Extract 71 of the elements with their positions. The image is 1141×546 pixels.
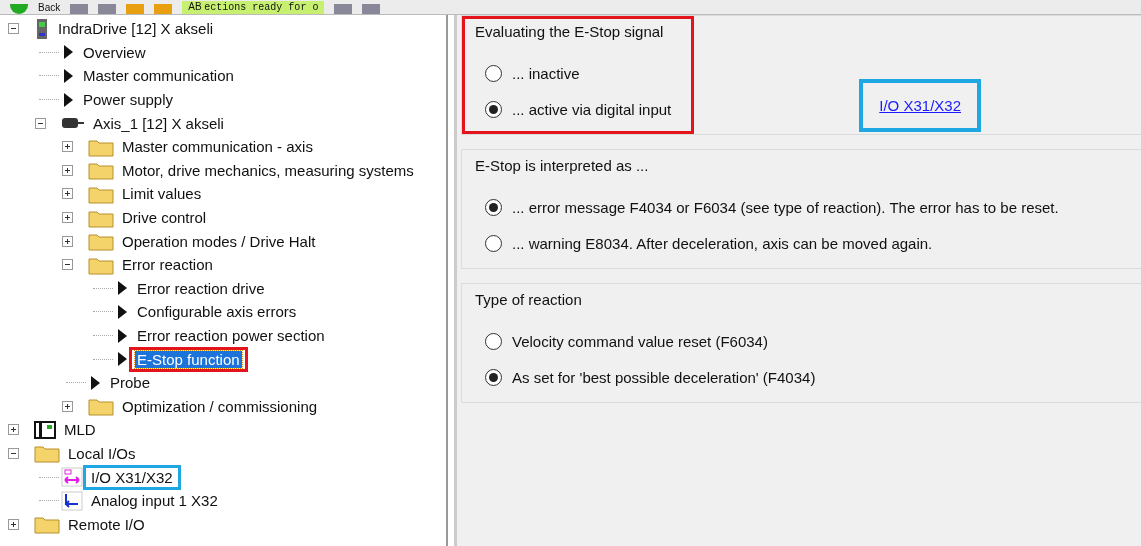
tree-item[interactable]: Motor, drive mechanics, measuring systems	[120, 161, 416, 179]
tree-item[interactable]: Analog input 1 X32	[89, 492, 220, 510]
folder-icon	[88, 396, 114, 417]
arrow-icon	[88, 373, 102, 392]
expander-icon[interactable]	[62, 164, 73, 176]
back-label: Back	[38, 2, 61, 14]
folder-icon	[34, 443, 60, 464]
radio-button[interactable]	[485, 234, 502, 252]
tree-item[interactable]: Master communication - axis	[120, 138, 315, 156]
back-icon[interactable]	[10, 4, 28, 14]
tree-item[interactable]: Limit values	[120, 185, 204, 203]
tree-item[interactable]: Axis_1 [12] X akseli	[91, 114, 226, 132]
tree-item[interactable]: Remote I/O	[66, 515, 147, 533]
expander-icon[interactable]	[62, 212, 73, 224]
radio-button[interactable]	[485, 368, 502, 386]
radio-button[interactable]	[485, 332, 502, 350]
option-label[interactable]: As set for 'best possible deceleration' (F4034)	[512, 368, 816, 386]
arrow-icon	[115, 279, 129, 298]
tree-item[interactable]: Error reaction	[120, 256, 215, 274]
folder-icon	[88, 160, 114, 181]
tree-item[interactable]: Overview	[81, 43, 148, 61]
expander-icon[interactable]	[8, 518, 19, 530]
arrow-icon	[61, 43, 75, 62]
tree-item[interactable]: Drive control	[120, 209, 209, 227]
tree-item[interactable]: Power supply	[81, 91, 176, 109]
arrow-icon	[61, 67, 75, 85]
drive-icon	[34, 17, 50, 40]
tree-item[interactable]: Operation modes / Drive Halt	[120, 232, 318, 250]
group-title: Type of reaction	[475, 291, 583, 310]
tree-item[interactable]: Error reaction power section	[135, 327, 327, 344]
option-label[interactable]: ... error message F4034 or F6034 (see type of reaction). The error has to be reset.	[512, 198, 1059, 216]
expander-icon[interactable]	[62, 235, 73, 247]
input-icon	[61, 490, 83, 511]
tree-item[interactable]: MLD	[62, 421, 98, 439]
expander-icon[interactable]	[35, 117, 46, 129]
radio-button[interactable]	[485, 198, 502, 216]
group-title: E-Stop is interpreted as ...	[475, 157, 650, 176]
arrow-icon	[115, 350, 129, 369]
arrow-icon	[115, 326, 129, 345]
motor-icon	[61, 116, 85, 131]
tree-item[interactable]: Master communication	[81, 67, 236, 85]
io-link[interactable]: I/O X31/X32	[879, 97, 961, 114]
radio-button[interactable]	[485, 100, 502, 118]
option-label[interactable]: ... inactive	[512, 64, 580, 82]
option-label[interactable]: Velocity command value reset (F6034)	[512, 332, 768, 350]
tree-item[interactable]: IndraDrive [12] X akseli	[56, 20, 216, 38]
folder-icon	[34, 514, 60, 535]
status-message: AB ections ready for o	[182, 1, 325, 14]
plc-icon	[34, 419, 56, 440]
tree-item[interactable]: E-Stop function	[135, 350, 242, 368]
expander-icon[interactable]	[8, 448, 19, 459]
expander-icon[interactable]	[62, 141, 73, 153]
arrow-icon	[61, 90, 75, 109]
expander-icon[interactable]	[62, 400, 73, 412]
group-title: Evaluating the E-Stop signal	[475, 23, 665, 42]
folder-icon	[88, 231, 114, 252]
expander-icon[interactable]	[62, 259, 73, 271]
arrow-icon	[115, 302, 129, 321]
tree-item[interactable]: I/O X31/X32	[89, 468, 175, 486]
expander-icon[interactable]	[8, 424, 19, 436]
option-label[interactable]: ... warning E8034. After deceleration, axis can be moved again.	[512, 234, 933, 252]
tree-item[interactable]: Error reaction drive	[135, 279, 267, 297]
option-label[interactable]: ... active via digital input	[512, 100, 672, 118]
expander-icon[interactable]	[62, 188, 73, 200]
expander-icon[interactable]	[8, 23, 19, 35]
tree-item[interactable]: Configurable axis errors	[135, 303, 299, 321]
radio-button[interactable]	[485, 64, 502, 82]
io-icon	[61, 467, 83, 488]
tree-item[interactable]: Local I/Os	[66, 445, 138, 462]
tree-item[interactable]: Optimization / commissioning	[120, 397, 320, 415]
tree-item[interactable]: Probe	[108, 374, 153, 392]
